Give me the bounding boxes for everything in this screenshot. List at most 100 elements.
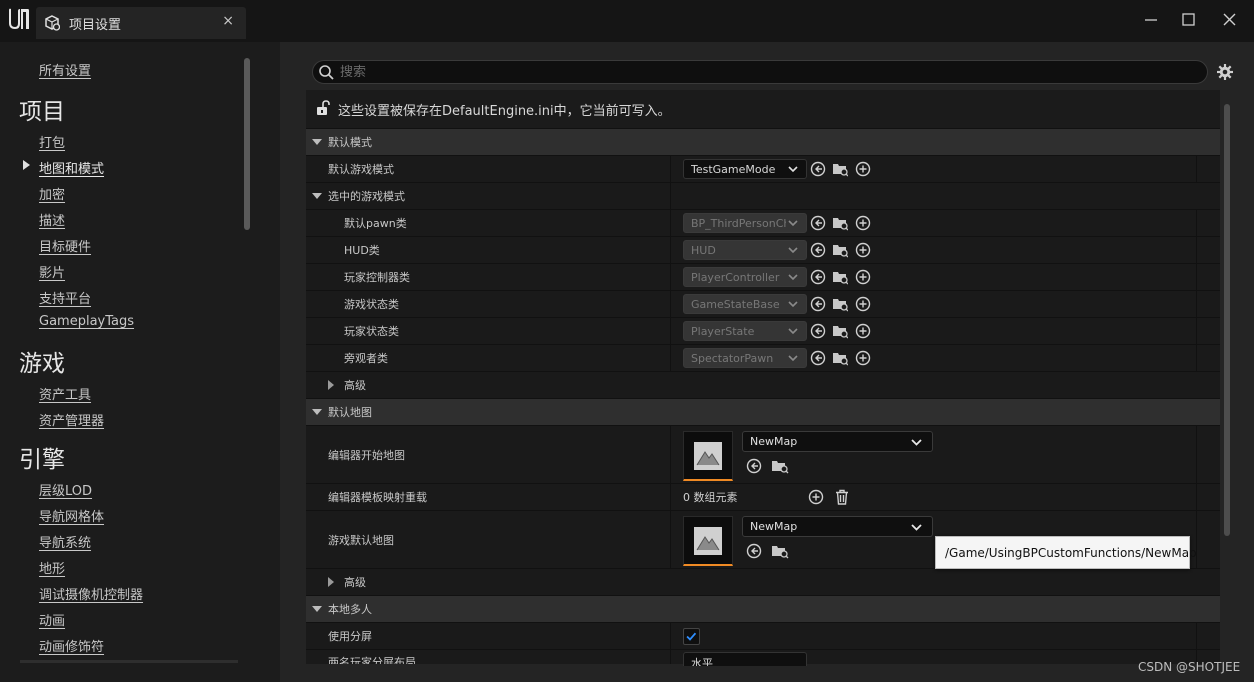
game-default-map-combo[interactable]: NewMap xyxy=(742,516,933,537)
browse-asset-icon[interactable] xyxy=(832,296,848,312)
section-selected-game-mode[interactable]: 选中的游戏模式 xyxy=(306,182,1220,209)
sidebar-section-engine: 引擎 xyxy=(19,447,65,473)
expand-arrow-icon[interactable] xyxy=(328,577,334,587)
property-player-controller-class: 玩家控制器类 PlayerController xyxy=(306,263,1220,290)
spectator-class-combo: SpectatorPawn xyxy=(683,348,807,368)
map-thumbnail[interactable] xyxy=(683,431,733,481)
close-window-icon[interactable] xyxy=(1214,8,1244,32)
use-selected-asset-icon[interactable] xyxy=(810,161,826,177)
section-title: 选中的游戏模式 xyxy=(328,190,405,203)
section-default-modes[interactable]: 默认模式 xyxy=(306,128,1220,155)
property-label: 编辑器开始地图 xyxy=(328,448,405,462)
sidebar-item-supported-platforms[interactable]: 支持平台 xyxy=(39,288,91,307)
sidebar-item-packaging[interactable]: 打包 xyxy=(39,132,65,151)
combo-value: NewMap xyxy=(750,435,798,448)
maximize-window-icon[interactable] xyxy=(1174,8,1204,32)
chevron-down-icon xyxy=(788,166,798,173)
property-label: 默认pawn类 xyxy=(344,217,407,230)
use-selected-asset-icon[interactable] xyxy=(810,215,826,231)
use-splitscreen-checkbox[interactable] xyxy=(683,628,700,645)
browse-asset-icon[interactable] xyxy=(832,269,848,285)
sidebar-item-gameplay-tags[interactable]: GameplayTags xyxy=(39,314,134,329)
use-selected-asset-icon[interactable] xyxy=(810,296,826,312)
sidebar-item-asset-tools[interactable]: 资产工具 xyxy=(39,384,91,403)
use-selected-asset-icon[interactable] xyxy=(810,242,826,258)
game-state-class-combo: GameStateBase xyxy=(683,294,807,314)
section-local-multiplayer[interactable]: 本地多人 xyxy=(306,595,1220,622)
advanced-expander[interactable]: 高级 xyxy=(306,568,1220,595)
sidebar-item-animation[interactable]: 动画 xyxy=(39,610,65,629)
project-settings-tab[interactable]: 项目设置 × xyxy=(36,7,246,39)
add-new-icon[interactable] xyxy=(855,323,871,339)
player-state-class-combo: PlayerState xyxy=(683,321,807,341)
combo-value: PlayerState xyxy=(691,325,755,338)
hud-class-combo: HUD xyxy=(683,240,807,260)
property-game-state-class: 游戏状态类 GameStateBase xyxy=(306,290,1220,317)
chevron-down-icon xyxy=(788,220,798,227)
unreal-engine-logo-icon[interactable] xyxy=(6,6,32,32)
splitscreen-layout-combo[interactable]: 水平 xyxy=(683,652,807,666)
sidebar-scrollbar[interactable] xyxy=(244,58,250,230)
sidebar-item-debug-camera-controller[interactable]: 调试摄像机控制器 xyxy=(39,584,143,603)
browse-asset-icon[interactable] xyxy=(771,543,789,559)
map-thumbnail[interactable] xyxy=(683,516,733,566)
combo-value: NewMap xyxy=(750,520,798,533)
gear-icon[interactable] xyxy=(1216,63,1234,81)
browse-asset-icon[interactable] xyxy=(832,323,848,339)
notice-text: 这些设置被保存在DefaultEngine.ini中，它当前可写入。 xyxy=(338,104,671,119)
browse-asset-icon[interactable] xyxy=(832,242,848,258)
collapse-arrow-icon[interactable] xyxy=(312,409,322,415)
player-controller-class-combo: PlayerController xyxy=(683,267,807,287)
browse-asset-icon[interactable] xyxy=(832,161,848,177)
collapse-arrow-icon[interactable] xyxy=(312,606,322,612)
expand-arrow-icon[interactable] xyxy=(328,380,334,390)
use-selected-asset-icon[interactable] xyxy=(746,458,762,474)
sidebar-item-landscape[interactable]: 地形 xyxy=(39,558,65,577)
use-selected-asset-icon[interactable] xyxy=(810,269,826,285)
sidebar-item-hlod[interactable]: 层级LOD xyxy=(39,480,92,499)
sidebar-item-all-settings[interactable]: 所有设置 xyxy=(39,60,91,79)
sidebar-item-navigation-mesh[interactable]: 导航网格体 xyxy=(39,506,104,525)
sidebar-item-target-hardware[interactable]: 目标硬件 xyxy=(39,236,91,255)
sidebar-item-asset-manager[interactable]: 资产管理器 xyxy=(39,410,104,429)
chevron-down-icon xyxy=(788,328,798,335)
use-selected-asset-icon[interactable] xyxy=(810,323,826,339)
add-element-icon[interactable] xyxy=(808,489,824,505)
browse-asset-icon[interactable] xyxy=(832,350,848,366)
advanced-label: 高级 xyxy=(344,379,366,392)
sidebar-item-encryption[interactable]: 加密 xyxy=(39,184,65,203)
content-scrollbar[interactable] xyxy=(1224,104,1230,536)
combo-value: HUD xyxy=(691,244,716,257)
sidebar-item-description[interactable]: 描述 xyxy=(39,210,65,229)
map-asset-icon xyxy=(694,527,722,555)
section-default-maps[interactable]: 默认地图 xyxy=(306,398,1220,425)
collapse-arrow-icon[interactable] xyxy=(312,139,322,145)
use-selected-asset-icon[interactable] xyxy=(810,350,826,366)
sidebar-item-maps-and-modes[interactable]: 地图和模式 xyxy=(39,158,104,177)
add-new-icon[interactable] xyxy=(855,350,871,366)
minimize-window-icon[interactable] xyxy=(1136,8,1166,32)
add-new-icon[interactable] xyxy=(855,296,871,312)
add-new-icon[interactable] xyxy=(855,242,871,258)
use-selected-asset-icon[interactable] xyxy=(746,543,762,559)
combo-value: GameStateBase xyxy=(691,298,780,311)
chevron-down-icon xyxy=(788,247,798,254)
browse-asset-icon[interactable] xyxy=(771,458,789,474)
browse-asset-icon[interactable] xyxy=(832,215,848,231)
tab-close-icon[interactable]: × xyxy=(222,13,234,29)
game-mode-combo[interactable]: TestGameMode xyxy=(683,159,807,179)
search-input[interactable] xyxy=(340,63,1190,81)
advanced-expander[interactable]: 高级 xyxy=(306,371,1220,398)
config-file-notice: 这些设置被保存在DefaultEngine.ini中，它当前可写入。 xyxy=(306,90,1220,130)
add-new-icon[interactable] xyxy=(855,269,871,285)
trash-icon[interactable] xyxy=(834,489,850,505)
editor-startup-map-combo[interactable]: NewMap xyxy=(742,431,933,452)
sidebar-item-animation-modifiers[interactable]: 动画修饰符 xyxy=(39,636,104,655)
add-new-icon[interactable] xyxy=(855,161,871,177)
sidebar-item-movies[interactable]: 影片 xyxy=(39,262,65,281)
add-new-icon[interactable] xyxy=(855,215,871,231)
property-use-splitscreen: 使用分屏 xyxy=(306,622,1220,649)
chevron-down-icon xyxy=(788,355,798,362)
collapse-arrow-icon[interactable] xyxy=(312,193,322,199)
sidebar-item-navigation-system[interactable]: 导航系统 xyxy=(39,532,91,551)
